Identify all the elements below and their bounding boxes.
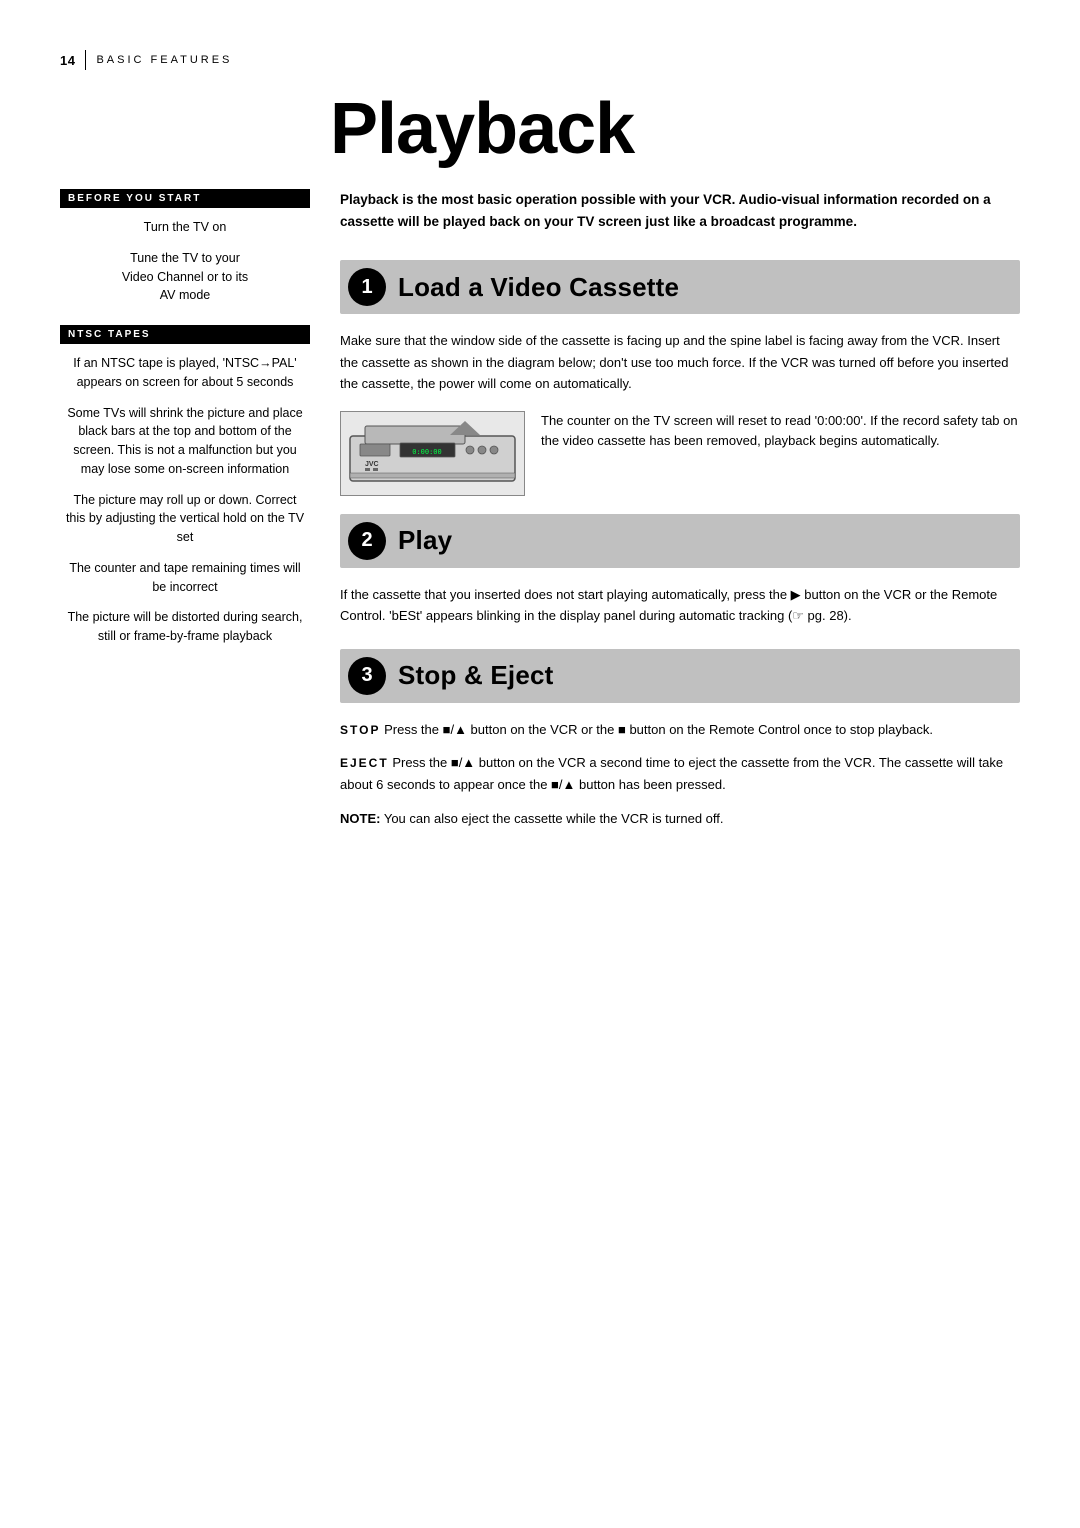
ntsc-item-4: The counter and tape remaining times wil… <box>60 559 310 597</box>
ntsc-tapes-title: NTSC TAPES <box>60 325 310 344</box>
eject-instruction: EJECT Press the ■/▲ button on the VCR a … <box>340 752 1020 795</box>
step3-number: 3 <box>361 664 372 687</box>
step1-banner: 1 Load a Video Cassette <box>340 260 1020 314</box>
step2-circle: 2 <box>348 522 386 560</box>
eject-label: EJECT <box>340 756 389 770</box>
sidebar-item-tune-tv: Tune the TV to yourVideo Channel or to i… <box>60 249 310 305</box>
step1-number: 1 <box>361 276 372 299</box>
sidebar-item-turn-tv: Turn the TV on <box>60 218 310 237</box>
svg-text:JVC: JVC <box>365 461 379 468</box>
sidebar: BEFORE YOU START Turn the TV on Tune the… <box>60 189 330 829</box>
content-area: BEFORE YOU START Turn the TV on Tune the… <box>0 189 1080 829</box>
before-you-start-title: BEFORE YOU START <box>60 189 310 208</box>
ntsc-item-1: If an NTSC tape is played, 'NTSC→PAL' ap… <box>60 354 310 392</box>
header-divider <box>85 50 86 70</box>
counter-text: The counter on the TV screen will reset … <box>541 411 1020 453</box>
note-block: NOTE: You can also eject the cassette wh… <box>340 808 1020 829</box>
step1-main-text: Make sure that the window side of the ca… <box>340 330 1020 394</box>
step1-circle: 1 <box>348 268 386 306</box>
note-text: You can also eject the cassette while th… <box>384 811 724 826</box>
ntsc-item-3: The picture may roll up or down. Correct… <box>60 491 310 547</box>
section-title: BASIC FEATURES <box>96 54 232 66</box>
step3-circle: 3 <box>348 657 386 695</box>
step2-title: Play <box>398 525 452 556</box>
ntsc-item-2: Some TVs will shrink the picture and pla… <box>60 404 310 479</box>
step1-title: Load a Video Cassette <box>398 272 679 303</box>
page-header: 14 BASIC FEATURES <box>0 50 1080 70</box>
step3-banner: 3 Stop & Eject <box>340 649 1020 703</box>
svg-text:0:00:00: 0:00:00 <box>412 448 442 456</box>
step2-number: 2 <box>361 529 372 552</box>
vcr-diagram: 0:00:00 JVC <box>340 411 525 496</box>
intro-text: Playback is the most basic operation pos… <box>340 189 1020 232</box>
step2-banner: 2 Play <box>340 514 1020 568</box>
main-content: Playback is the most basic operation pos… <box>330 189 1020 829</box>
stop-label: STOP <box>340 723 380 737</box>
vcr-svg: 0:00:00 JVC <box>340 411 525 496</box>
step3-title: Stop & Eject <box>398 660 554 691</box>
step2-main-text: If the cassette that you inserted does n… <box>340 584 1020 627</box>
eject-text: Press the ■/▲ button on the VCR a second… <box>340 755 1003 792</box>
note-label: NOTE: <box>340 811 380 826</box>
page: 14 BASIC FEATURES Playback BEFORE YOU ST… <box>0 0 1080 1528</box>
ntsc-item-5: The picture will be distorted during sea… <box>60 608 310 646</box>
stop-text: Press the ■/▲ button on the VCR or the ■… <box>384 722 933 737</box>
before-you-start-box: BEFORE YOU START Turn the TV on Tune the… <box>60 189 310 305</box>
ntsc-tapes-box: NTSC TAPES If an NTSC tape is played, 'N… <box>60 325 310 646</box>
page-title: Playback <box>0 80 1080 169</box>
vcr-image-area: 0:00:00 JVC <box>340 411 1020 496</box>
page-number: 14 <box>60 53 75 68</box>
stop-instruction: STOP Press the ■/▲ button on the VCR or … <box>340 719 1020 741</box>
